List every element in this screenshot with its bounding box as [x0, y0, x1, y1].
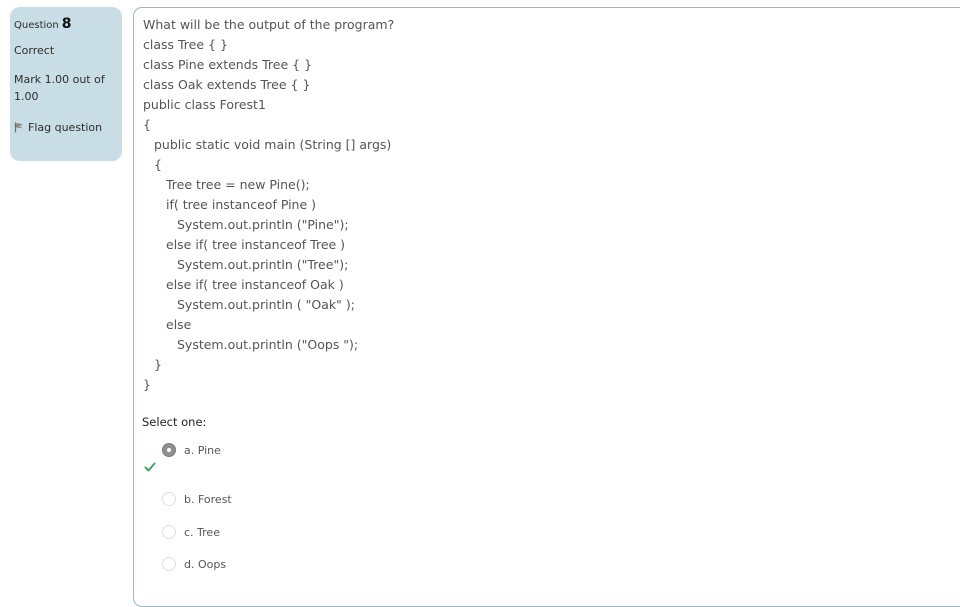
question-label: Question — [14, 20, 59, 31]
code-line: Tree tree = new Pine(); — [166, 177, 310, 192]
code-line: public class Forest1 — [143, 97, 266, 112]
code-line: class Oak extends Tree { } — [143, 77, 311, 92]
answer-label-c: c. Tree — [184, 525, 220, 539]
code-line: else if( tree instanceof Oak ) — [166, 277, 344, 292]
question-text: What will be the output of the program? … — [143, 15, 394, 395]
question-info-panel: Question 8 Correct Mark 1.00 out of 1.00… — [10, 7, 122, 161]
code-line: else if( tree instanceof Tree ) — [166, 237, 346, 252]
code-line: public static void main (String [] args) — [154, 137, 392, 152]
answer-option-a[interactable]: a. Pine — [162, 443, 221, 457]
answer-radio-d[interactable] — [162, 557, 176, 571]
answer-option-c[interactable]: c. Tree — [162, 525, 220, 539]
question-content-panel: What will be the output of the program? … — [133, 7, 960, 607]
select-one-prompt: Select one: — [142, 415, 207, 429]
code-line: System.out.println ("Oops "); — [177, 337, 359, 352]
answer-radio-c[interactable] — [162, 525, 176, 539]
question-number: Question 8 — [14, 16, 118, 32]
code-line: if( tree instanceof Pine ) — [166, 197, 317, 212]
flag-question-label: Flag question — [28, 121, 103, 134]
code-line: { — [143, 117, 151, 132]
answer-radio-b[interactable] — [162, 492, 176, 506]
code-line: else — [166, 317, 192, 332]
correct-check-icon — [144, 462, 156, 472]
code-line: System.out.println ("Tree"); — [177, 257, 349, 272]
code-line: } — [154, 357, 162, 372]
flag-question-link[interactable]: Flag question — [14, 121, 118, 134]
answer-option-d[interactable]: d. Oops — [162, 557, 226, 571]
question-line: What will be the output of the program? — [143, 17, 395, 32]
code-line: class Tree { } — [143, 37, 228, 52]
code-line: System.out.println ("Pine"); — [177, 217, 349, 232]
answer-label-b: b. Forest — [184, 492, 232, 506]
answer-label-d: d. Oops — [184, 557, 227, 571]
answer-option-b[interactable]: b. Forest — [162, 492, 232, 506]
code-line: } — [143, 377, 151, 392]
answer-radio-a[interactable] — [162, 443, 176, 457]
code-line: class Pine extends Tree { } — [143, 57, 313, 72]
question-number-value: 8 — [61, 16, 72, 32]
question-grade: Mark 1.00 out of 1.00 — [14, 73, 105, 103]
flag-icon — [14, 122, 23, 133]
code-line: System.out.println ( "Oak" ); — [177, 297, 355, 312]
code-line: { — [154, 157, 162, 172]
question-state: Correct — [14, 44, 55, 57]
answer-label-a: a. Pine — [184, 443, 221, 457]
